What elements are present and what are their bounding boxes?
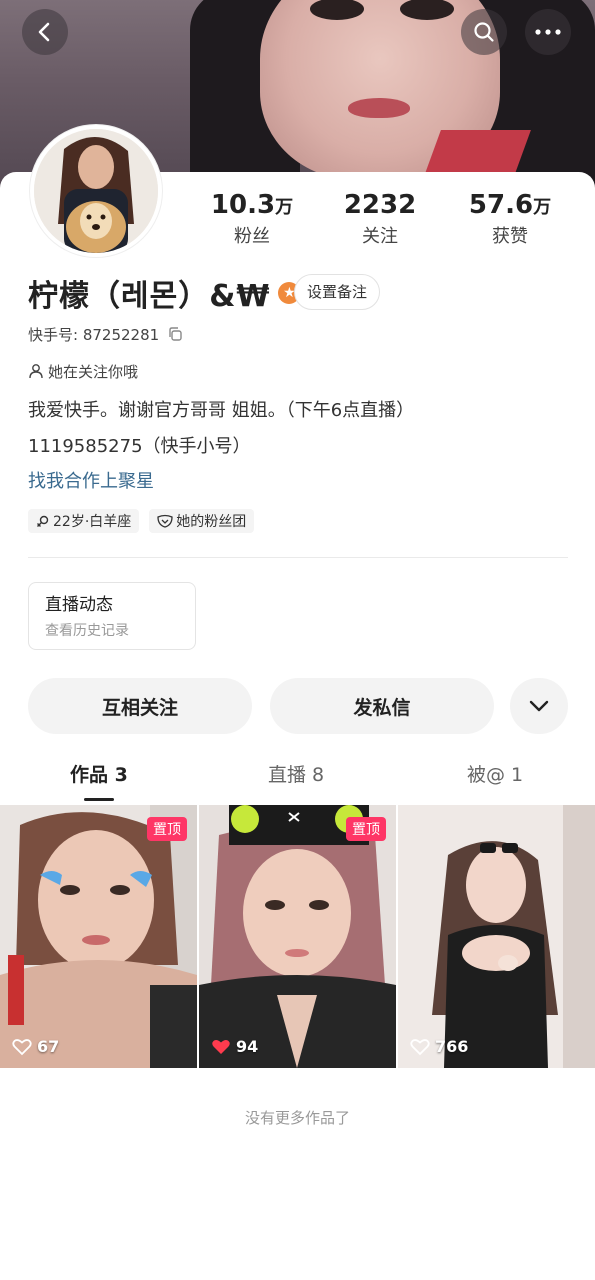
thumbnail-image: [398, 805, 595, 1068]
more-dots-icon: [535, 29, 561, 35]
active-tab-indicator: [84, 798, 114, 801]
heart-filled-icon: [212, 1039, 230, 1054]
heart-outline-icon: [410, 1038, 430, 1055]
heart-outline-icon: [12, 1038, 32, 1055]
video-thumbnail[interactable]: 置顶 94: [199, 805, 396, 1068]
profile-name: 柠檬（레몬）&₩: [28, 279, 271, 314]
pinned-badge: 置顶: [147, 817, 187, 841]
cooperation-link[interactable]: 找我合作上聚星: [28, 469, 154, 495]
stat-label: 关注: [362, 226, 398, 247]
stat-fans[interactable]: 10.3万 粉丝: [192, 188, 312, 249]
copy-icon[interactable]: [167, 326, 183, 342]
video-thumbnail[interactable]: 置顶 67: [0, 805, 197, 1068]
mutual-follow-button[interactable]: 互相关注: [28, 678, 252, 734]
person-icon: [29, 364, 43, 379]
bio-line-2: 1119585275（快手小号）: [28, 436, 251, 457]
follow-status-text: 她在关注你哦: [48, 362, 139, 381]
thumbnail-image: [199, 805, 396, 1068]
female-icon: [37, 515, 49, 527]
set-remark-button[interactable]: 设置备注: [294, 274, 381, 310]
tab-works[interactable]: 作品 3: [70, 760, 128, 790]
video-grid: 置顶 67 置顶 94 766: [0, 805, 595, 1068]
follow-status-row: 她在关注你哦: [28, 360, 138, 382]
pinned-badge: 置顶: [346, 817, 386, 841]
tab-mentions[interactable]: 被@ 1: [467, 760, 523, 790]
tag-fan-club[interactable]: 她的粉丝团: [149, 509, 255, 533]
back-button[interactable]: [22, 9, 68, 55]
fan-club-icon: [157, 514, 173, 528]
live-card-subtitle: 查看历史记录: [45, 623, 129, 639]
bio-line-1: 我爱快手。谢谢官方哥哥 姐姐。（下午6点直播）: [28, 400, 415, 421]
tab-live[interactable]: 直播 8: [268, 760, 324, 790]
send-message-button[interactable]: 发私信: [270, 678, 494, 734]
thumbnail-image: [0, 805, 197, 1068]
expand-actions-button[interactable]: [510, 678, 568, 734]
profile-name-row: 柠檬（레몬）&₩ ★: [28, 273, 301, 314]
no-more-works-text: 没有更多作品了: [244, 1109, 350, 1127]
search-icon: [474, 22, 494, 42]
live-history-card[interactable]: 直播动态 查看历史记录: [28, 582, 196, 650]
more-options-button[interactable]: [525, 9, 571, 55]
live-card-title: 直播动态: [45, 595, 113, 615]
chevron-down-icon: [529, 700, 549, 712]
avatar[interactable]: [30, 125, 162, 257]
search-button[interactable]: [461, 9, 507, 55]
kuaishou-id: 快手号: 87252281: [28, 325, 160, 344]
profile-tags: 22岁·白羊座 她的粉丝团: [28, 509, 255, 533]
like-count: 94: [211, 1037, 258, 1056]
avatar-image: [34, 129, 158, 253]
stat-following[interactable]: 2232 关注: [320, 188, 440, 249]
stat-likes[interactable]: 57.6万 获赞: [450, 188, 570, 249]
like-count: 67: [12, 1037, 59, 1056]
stat-label: 获赞: [492, 226, 528, 247]
divider: [28, 557, 568, 558]
kuaishou-id-row: 快手号: 87252281: [28, 323, 183, 345]
video-thumbnail[interactable]: 766: [398, 805, 595, 1068]
tag-age-zodiac: 22岁·白羊座: [28, 509, 140, 533]
chevron-left-icon: [38, 22, 50, 42]
stat-label: 粉丝: [234, 226, 270, 247]
like-count: 766: [410, 1037, 468, 1056]
